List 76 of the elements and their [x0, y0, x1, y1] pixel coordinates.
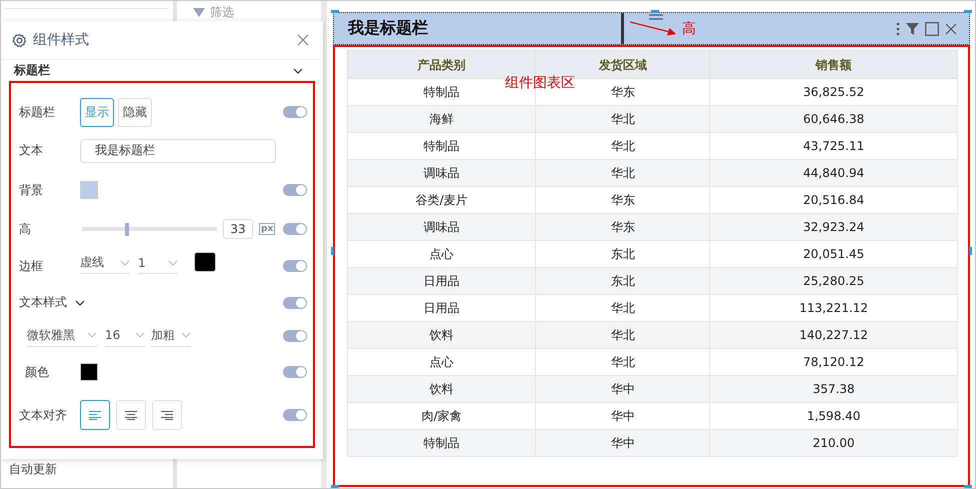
panel-title: 组件样式: [33, 31, 89, 49]
font-size-select[interactable]: 16: [105, 324, 145, 346]
arrow-annotation: [630, 20, 676, 38]
field-label: 背景: [19, 182, 44, 198]
drag-handle-icon[interactable]: [649, 14, 663, 22]
table-cell: 44,840.94: [710, 160, 958, 186]
table-cell: 华北: [536, 106, 710, 132]
section-label: 标题栏: [14, 62, 50, 79]
chevron-icon: [135, 332, 145, 338]
chevron-icon[interactable]: [293, 68, 303, 74]
toggle-switch[interactable]: [283, 330, 307, 342]
table-cell: 调味品: [348, 214, 536, 240]
table-cell: 32,923.24: [710, 214, 958, 240]
field-label: 标题栏: [19, 104, 56, 120]
slider-thumb[interactable]: [124, 222, 129, 236]
table-cell: 特制品: [348, 430, 536, 456]
table-cell: 调味品: [348, 160, 536, 186]
more-icon[interactable]: [896, 22, 900, 36]
color-swatch[interactable]: [80, 181, 98, 199]
table-cell: 海鲜: [348, 106, 536, 132]
annotation-label: 高: [682, 20, 696, 38]
table-cell: 华中: [536, 430, 710, 456]
toggle-switch[interactable]: [283, 366, 307, 378]
filter-label: 筛选: [210, 4, 234, 21]
table-cell: 60,646.38: [710, 106, 958, 132]
chevron-icon[interactable]: [75, 300, 85, 306]
border-style-select[interactable]: 虚线: [80, 252, 130, 274]
widget-title: 我是标题栏: [348, 18, 429, 39]
toggle-switch[interactable]: [283, 184, 307, 196]
column-header: 销售额: [710, 50, 958, 78]
table-cell: 饮料: [348, 322, 536, 348]
toggle-switch[interactable]: [283, 260, 307, 272]
auto-update-label: 自动更新: [8, 461, 58, 478]
unit-label: px: [259, 223, 276, 235]
table-cell: 25,280.25: [710, 268, 958, 294]
table-cell: 华中: [536, 376, 710, 402]
color-swatch[interactable]: [194, 252, 216, 272]
text-field[interactable]: 我是标题栏: [80, 138, 276, 162]
font-weight-select[interactable]: 加粗: [151, 324, 191, 346]
table-cell: 华北: [536, 322, 710, 348]
close-icon[interactable]: [297, 34, 309, 46]
option-button[interactable]: 隐藏: [118, 98, 152, 126]
field-label: 文本对齐: [19, 406, 68, 424]
field-label: 高: [19, 220, 32, 238]
text-align-icon: [125, 410, 137, 420]
field-label: 文本: [19, 142, 44, 159]
height-field[interactable]: 33: [223, 219, 253, 239]
table-cell: 210.00: [710, 430, 958, 456]
close-icon[interactable]: [945, 22, 957, 34]
filter-icon[interactable]: [906, 22, 919, 35]
field-label: 文本样式: [19, 294, 67, 311]
table-cell: 357.38: [710, 376, 958, 402]
settings-icon: [12, 32, 27, 48]
chevron-icon: [181, 332, 191, 338]
color-swatch[interactable]: [80, 363, 98, 381]
table-cell: 华东: [536, 214, 710, 240]
toggle-switch[interactable]: [283, 106, 307, 118]
table-cell: 饮料: [348, 376, 536, 402]
text-align-icon: [89, 410, 101, 420]
toggle-switch[interactable]: [283, 223, 307, 235]
table-cell: 日用品: [348, 268, 536, 294]
table-cell: 华北: [536, 160, 710, 186]
text-align-icon: [161, 410, 173, 420]
maximize-icon[interactable]: [925, 22, 939, 36]
filter-icon: [193, 8, 205, 18]
chevron-icon: [168, 260, 178, 266]
border-width-select[interactable]: 1: [138, 252, 178, 274]
field-label: 颜色: [24, 364, 50, 380]
font-family-select[interactable]: 微软雅黑: [27, 324, 97, 346]
chevron-icon: [87, 332, 97, 338]
toggle-switch[interactable]: [283, 409, 307, 421]
table-cell: 140,227.12: [710, 322, 958, 348]
toggle-switch[interactable]: [283, 296, 307, 308]
field-label: 边框: [19, 258, 44, 275]
chevron-icon: [120, 260, 130, 266]
table-cell: 东北: [536, 268, 710, 294]
